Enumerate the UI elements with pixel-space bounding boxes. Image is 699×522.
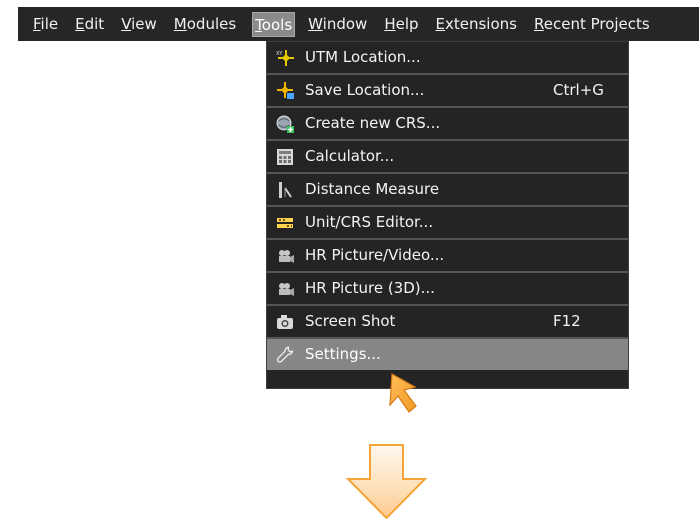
orange-down-arrow-icon bbox=[346, 444, 427, 520]
menu-item-utm-location[interactable]: XY UTM Location... bbox=[267, 42, 628, 75]
menu-item-create-new-crs[interactable]: Create new CRS... bbox=[267, 108, 628, 141]
menu-view[interactable]: View bbox=[120, 12, 158, 37]
save-location-icon bbox=[275, 81, 295, 101]
calculator-icon bbox=[275, 147, 295, 167]
shortcut-label: Ctrl+G bbox=[553, 81, 604, 99]
unit-crs-editor-icon bbox=[275, 213, 295, 233]
menu-item-screen-shot[interactable]: Screen Shot F12 bbox=[267, 306, 628, 339]
menu-item-save-location[interactable]: Save Location... Ctrl+G bbox=[267, 75, 628, 108]
menu-item-label: HR Picture (3D)... bbox=[305, 279, 435, 297]
menu-item-hr-picture-video[interactable]: HR Picture/Video... bbox=[267, 240, 628, 273]
menu-edit[interactable]: Edit bbox=[74, 12, 105, 37]
menu-item-label: HR Picture/Video... bbox=[305, 246, 445, 264]
distance-measure-icon bbox=[275, 180, 295, 200]
menu-window[interactable]: Window bbox=[307, 12, 368, 37]
menu-item-label: Screen Shot bbox=[305, 312, 396, 330]
menu-item-settings[interactable]: Settings... bbox=[267, 339, 628, 370]
menu-help[interactable]: Help bbox=[383, 12, 419, 37]
utm-location-icon: XY bbox=[275, 48, 295, 68]
camera-3d-icon bbox=[275, 279, 295, 299]
wrench-icon bbox=[275, 345, 295, 365]
menu-item-label: Settings... bbox=[305, 345, 381, 363]
menu-item-label: UTM Location... bbox=[305, 48, 421, 66]
menu-item-unit-crs-editor[interactable]: Unit/CRS Editor... bbox=[267, 207, 628, 240]
svg-text:XY: XY bbox=[276, 51, 283, 57]
menu-modules[interactable]: Modules bbox=[173, 12, 237, 37]
menu-recent-projects[interactable]: Recent Projects bbox=[533, 12, 651, 37]
menu-item-hr-picture-3d[interactable]: HR Picture (3D)... bbox=[267, 273, 628, 306]
menu-item-calculator[interactable]: Calculator... bbox=[267, 141, 628, 174]
menu-item-label: Create new CRS... bbox=[305, 114, 441, 132]
menu-item-label: Calculator... bbox=[305, 147, 395, 165]
menu-extensions[interactable]: Extensions bbox=[435, 12, 518, 37]
menu-item-label: Distance Measure bbox=[305, 180, 440, 198]
orange-pointer-arrow-icon bbox=[389, 373, 417, 413]
camera-video-icon bbox=[275, 246, 295, 266]
menu-item-distance-measure[interactable]: Distance Measure bbox=[267, 174, 628, 207]
menu-file[interactable]: File bbox=[32, 12, 59, 37]
menu-item-label: Save Location... bbox=[305, 81, 425, 99]
menu-tools[interactable]: Tools bbox=[252, 11, 296, 37]
shortcut-label: F12 bbox=[553, 312, 581, 330]
create-crs-icon bbox=[275, 114, 295, 134]
menu-bar: File Edit View Modules Tools Window Help… bbox=[18, 7, 699, 41]
screenshot-canvas: File Edit View Modules Tools Window Help… bbox=[0, 0, 699, 522]
camera-icon bbox=[275, 312, 295, 332]
menu-item-label: Unit/CRS Editor... bbox=[305, 213, 434, 231]
tools-dropdown-menu: XY UTM Location... Save Location... Ctrl… bbox=[266, 41, 629, 389]
